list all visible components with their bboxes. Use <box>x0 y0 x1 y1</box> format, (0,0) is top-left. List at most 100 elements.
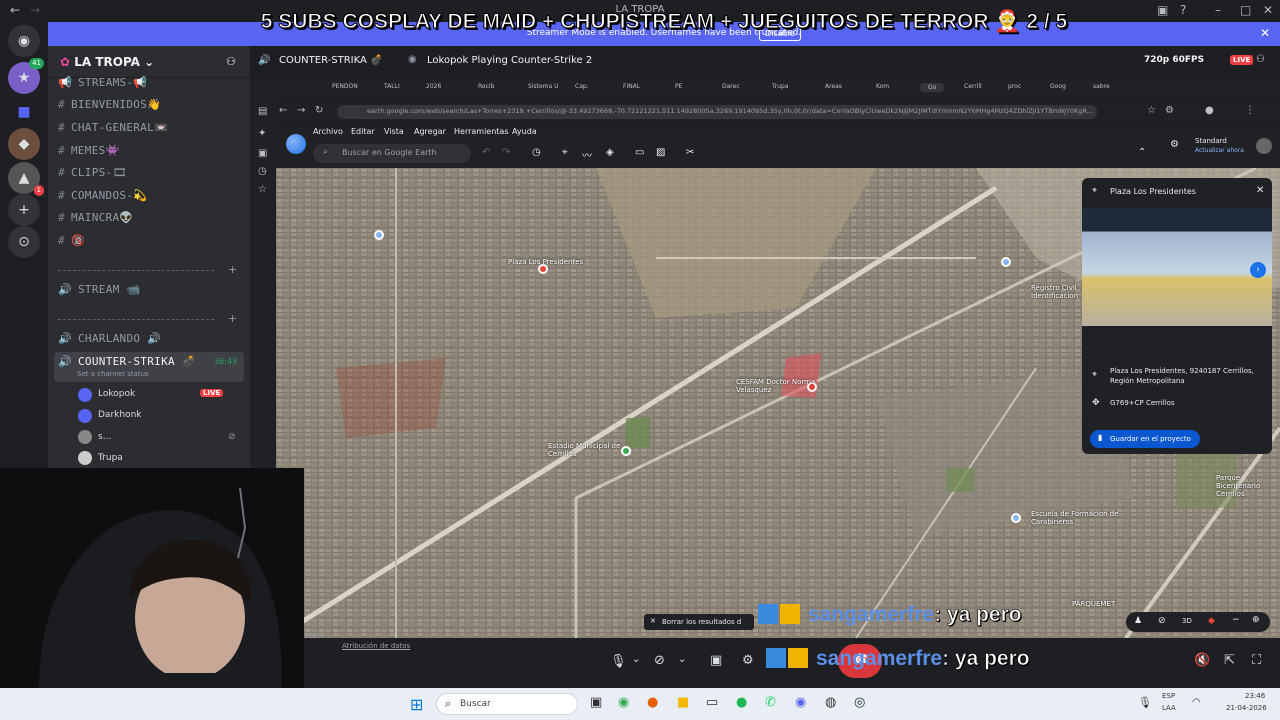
server-icon-3[interactable]: ▲ 1 <box>8 162 44 196</box>
menu-ayuda[interactable]: Ayuda <box>512 127 537 136</box>
measure-icon[interactable]: ✂ <box>686 147 694 158</box>
server-icon-1[interactable]: ★ 41 <box>8 58 44 94</box>
close-panel-icon[interactable]: ✕ <box>1256 185 1264 196</box>
voice-user-3[interactable]: s... <box>98 432 111 442</box>
undo-icon[interactable]: ↶ <box>482 147 490 158</box>
add-channel-icon[interactable]: + <box>228 312 237 325</box>
earth-search-input[interactable]: ⌕ Buscar en Google Earth <box>313 144 471 163</box>
view-icon[interactable]: ▭ <box>635 147 644 158</box>
sidepanel-icon[interactable]: ▤ <box>258 106 267 117</box>
browser-tab[interactable]: Cap. <box>575 83 589 90</box>
start-icon[interactable]: ⊞ <box>410 695 423 714</box>
image-icon[interactable]: ▨ <box>656 147 665 158</box>
projects-icon[interactable]: ▣ <box>258 148 267 159</box>
clock-time[interactable]: 23:46 <box>1245 692 1265 700</box>
quality-label[interactable]: 720p 60FPS <box>1144 55 1204 65</box>
map-style-sub[interactable]: Actualizar ahora <box>1195 147 1244 154</box>
microphone-tray-icon[interactable]: 🎙 <box>1138 696 1152 709</box>
browser-tab[interactable]: Darec <box>722 83 740 90</box>
browser-tab[interactable]: PENDON <box>332 83 358 90</box>
settings-gear-icon[interactable]: ⚙ <box>1170 139 1179 150</box>
map-label[interactable]: CESFAM Doctor Norma Velasquez <box>736 378 816 394</box>
chevron-down-icon[interactable]: ⌄ <box>632 654 640 665</box>
browser-tab[interactable]: proc <box>1008 83 1021 90</box>
menu-archivo[interactable]: Archivo <box>313 127 343 136</box>
back-icon[interactable]: ← <box>279 105 287 116</box>
map-label[interactable]: Estadio Municipal de Cerrillos <box>548 442 622 458</box>
app-icon[interactable]: ▭ <box>706 695 718 710</box>
channel-bienvenidos[interactable]: # BIENVENIDOS👋 <box>58 98 161 111</box>
menu-editar[interactable]: Editar <box>351 127 375 136</box>
chevron-down-icon[interactable]: ⌄ <box>678 654 686 665</box>
activities-icon[interactable]: ⚙ <box>742 653 754 668</box>
channel-status[interactable]: Set a channel status <box>77 370 149 378</box>
language-code[interactable]: ESP <box>1162 692 1175 700</box>
pegman-icon[interactable]: ♟ <box>1134 616 1142 626</box>
fullscreen-icon[interactable]: ⛶ <box>1252 653 1261 668</box>
account-avatar[interactable] <box>1256 138 1272 154</box>
discord-icon[interactable]: ◉ <box>795 695 806 710</box>
browser-tab[interactable]: TALLI <box>384 83 400 90</box>
collapse-icon[interactable]: ⌃ <box>1138 147 1146 158</box>
3d-toggle-icon[interactable]: 3D <box>1182 617 1192 625</box>
forward-icon[interactable]: → <box>297 105 305 116</box>
browser-tab[interactable]: Trupa <box>772 83 789 90</box>
browser-tab[interactable]: Sistema U <box>528 83 558 90</box>
map-style-label[interactable]: Standard <box>1195 137 1227 145</box>
path-icon[interactable]: 〰 <box>582 147 592 162</box>
obs-icon[interactable]: ◍ <box>825 695 836 710</box>
zoom-in-icon[interactable]: ⊕ <box>1252 615 1260 625</box>
clear-results-bar[interactable]: ✕ Borrar los resultados d <box>644 614 754 630</box>
extensions-icon[interactable]: ⚙ <box>1165 105 1174 116</box>
firefox-icon[interactable]: ● <box>647 695 658 710</box>
discover-icon[interactable]: ⊙ <box>8 226 40 258</box>
wifi-icon[interactable]: ◠ <box>1192 697 1201 708</box>
attribution-link[interactable]: Atribución de datos <box>342 642 410 650</box>
spotify-icon[interactable]: ● <box>736 695 747 710</box>
map-label[interactable]: Plaza Los Presidentes <box>508 258 583 266</box>
save-to-project-button[interactable]: ▮ Guardar en el proyecto <box>1090 430 1200 448</box>
address-bar[interactable]: earth.google.com/web/search/Las+Torres+2… <box>337 105 1097 119</box>
map-pin-icon[interactable] <box>621 446 631 456</box>
taskbar-search[interactable]: ⌕ Buscar <box>436 693 578 715</box>
map-label[interactable]: Escuela de Formacion de Carabineros <box>1031 510 1121 526</box>
popout-icon[interactable]: ⇱ <box>1224 653 1235 668</box>
layers-off-icon[interactable]: ⊘ <box>1158 616 1166 626</box>
microphone-icon[interactable]: 🎙 <box>610 654 627 669</box>
redo-icon[interactable]: ↷ <box>502 147 510 158</box>
channel-comandos[interactable]: # COMANDOS-💫 <box>58 189 147 202</box>
server-icon-2[interactable]: ◆ <box>8 128 40 160</box>
channel-counter-strika[interactable]: 🔊 COUNTER-STRIKA 💣 <box>58 355 196 368</box>
map-label[interactable]: Parque Bicentenario Cerrillos <box>1216 474 1272 498</box>
keyboard-layout[interactable]: LAA <box>1162 704 1176 712</box>
close-icon[interactable]: ✕ <box>650 617 656 625</box>
placemark-icon[interactable]: ⌖ <box>562 147 568 158</box>
browser-tab[interactable]: Areas <box>825 83 842 90</box>
channel-chat-general[interactable]: # CHAT-GENERAL📼 <box>58 121 168 134</box>
voice-user-lokopok[interactable]: Lokopok <box>98 389 135 399</box>
steam-icon[interactable]: ◎ <box>854 695 865 710</box>
channel-nsfw[interactable]: # 🔞 <box>58 234 85 247</box>
browser-tab[interactable]: PE <box>675 83 682 90</box>
folder-icon[interactable]: ■ <box>8 96 40 128</box>
map-pin-icon[interactable] <box>1001 257 1011 267</box>
channel-clips[interactable]: # CLIPS-🎞 <box>58 166 127 179</box>
channel-stream[interactable]: 🔊 STREAM 📹 <box>58 283 140 296</box>
voice-user-darkhonk[interactable]: Darkhonk <box>98 410 141 420</box>
menu-herramientas[interactable]: Herramientas <box>454 127 509 136</box>
menu-agregar[interactable]: Agregar <box>414 127 446 136</box>
task-view-icon[interactable]: ▣ <box>590 695 602 710</box>
next-photo-icon[interactable]: › <box>1250 262 1266 278</box>
reload-icon[interactable]: ↻ <box>315 105 323 116</box>
bookmark-star-icon[interactable]: ☆ <box>1147 105 1156 116</box>
channel-streams[interactable]: 📢 STREAMS-📢 <box>58 76 147 89</box>
place-photo[interactable]: › <box>1082 208 1272 326</box>
history-icon[interactable]: ◷ <box>532 147 541 158</box>
profile-icon[interactable]: ● <box>1205 105 1214 116</box>
people-icon[interactable]: ⚇ <box>1256 54 1265 65</box>
menu-dots-icon[interactable]: ⋮ <box>1245 105 1255 116</box>
discord-home-icon[interactable]: ◉ <box>8 25 40 57</box>
browser-tab[interactable]: Recib <box>478 83 494 90</box>
browser-tab[interactable]: Cerrill <box>964 83 982 90</box>
screen-share-icon[interactable]: ▣ <box>710 653 722 668</box>
